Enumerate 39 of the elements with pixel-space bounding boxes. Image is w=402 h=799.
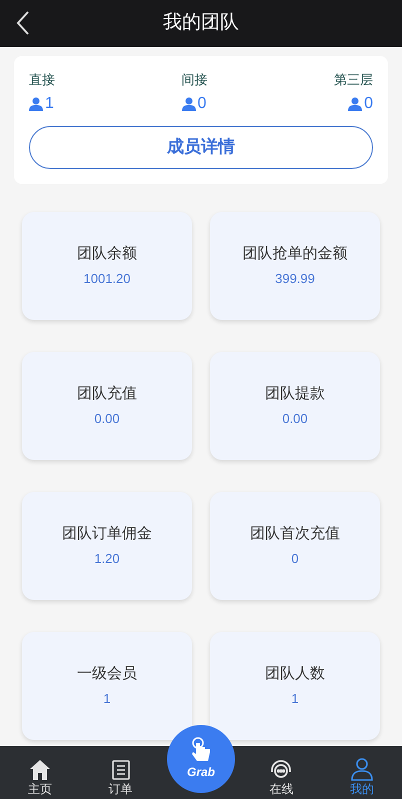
nav-tab[interactable]: 我的 — [322, 746, 402, 799]
level-count: 0 — [364, 94, 373, 114]
stat-label: 团队首次充值 — [250, 524, 340, 544]
stat-label: 团队提款 — [265, 384, 325, 404]
stat-value: 0.00 — [94, 410, 120, 428]
nav-tab[interactable]: 主页 — [0, 746, 80, 799]
stat-label: 团队余额 — [77, 244, 137, 264]
stat-value: 399.99 — [275, 270, 315, 288]
headset-icon — [269, 759, 294, 781]
user-icon — [350, 757, 374, 781]
nav-tab[interactable]: 在线 — [241, 746, 322, 799]
page-title: 我的团队 — [163, 11, 239, 36]
person-icon — [182, 96, 196, 110]
home-icon — [29, 759, 52, 781]
stat-label: 团队抢单的金额 — [242, 244, 348, 264]
person-icon — [29, 96, 43, 110]
member-details-button[interactable]: 成员详情 — [29, 126, 373, 168]
grab-button[interactable]: Grab — [167, 725, 236, 793]
person-icon — [348, 96, 362, 110]
level-label: 第三层 — [334, 71, 373, 89]
tap-hand-icon — [190, 737, 212, 763]
stat-value: 1001.20 — [84, 270, 130, 288]
back-button[interactable] — [16, 10, 30, 36]
stat-value: 1 — [291, 690, 299, 708]
stat-value: 1.20 — [94, 550, 120, 568]
stat-value: 0 — [291, 550, 299, 568]
level-count: 1 — [45, 94, 54, 114]
stat-value: 1 — [103, 690, 111, 708]
back-icon — [16, 10, 30, 36]
stat-value: 0.00 — [282, 410, 308, 428]
stat-label: 团队订单佣金 — [62, 524, 152, 544]
stat-label: 一级会员 — [77, 664, 137, 684]
stat-label: 团队人数 — [265, 664, 325, 684]
stat-label: 团队充值 — [77, 384, 137, 404]
level-label: 直接 — [29, 71, 55, 89]
nav-tab[interactable]: 订单 — [80, 746, 161, 799]
level-count: 0 — [198, 94, 206, 114]
level-label: 间接 — [182, 71, 208, 89]
list-icon — [110, 759, 132, 781]
